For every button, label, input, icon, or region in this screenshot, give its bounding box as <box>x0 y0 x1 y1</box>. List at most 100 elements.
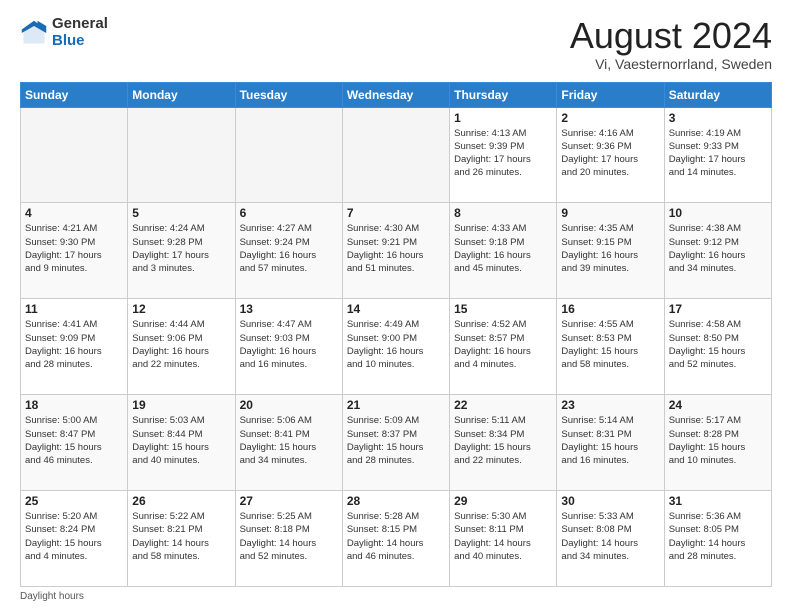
calendar-cell: 10Sunrise: 4:38 AM Sunset: 9:12 PM Dayli… <box>664 203 771 299</box>
title-area: August 2024 Vi, Vaesternorrland, Sweden <box>570 16 772 72</box>
calendar-cell <box>235 107 342 203</box>
day-info: Sunrise: 4:19 AM Sunset: 9:33 PM Dayligh… <box>669 127 767 180</box>
day-number: 25 <box>25 494 123 508</box>
logo-icon <box>20 19 48 47</box>
calendar-week-4: 18Sunrise: 5:00 AM Sunset: 8:47 PM Dayli… <box>21 395 772 491</box>
calendar-cell: 30Sunrise: 5:33 AM Sunset: 8:08 PM Dayli… <box>557 491 664 587</box>
calendar-cell: 12 Sunrise: 4:44 AM Sunset: 9:06 PM Dayli… <box>128 299 235 395</box>
header-friday: Friday <box>557 82 664 107</box>
month-title: August 2024 <box>570 16 772 56</box>
calendar-cell: 15Sunrise: 4:52 AM Sunset: 8:57 PM Dayli… <box>450 299 557 395</box>
day-number: 26 <box>132 494 230 508</box>
calendar-cell: 2Sunrise: 4:16 AM Sunset: 9:36 PM Daylig… <box>557 107 664 203</box>
day-number: 13 <box>240 302 338 316</box>
day-info: Sunrise: 4:49 AM Sunset: 9:00 PM Dayligh… <box>347 318 445 371</box>
calendar-cell: 11 Sunrise: 4:41 AM Sunset: 9:09 PM Dayli… <box>21 299 128 395</box>
calendar-cell: 16Sunrise: 4:55 AM Sunset: 8:53 PM Dayli… <box>557 299 664 395</box>
day-info: Sunrise: 5:30 AM Sunset: 8:11 PM Dayligh… <box>454 510 552 563</box>
day-number: 29 <box>454 494 552 508</box>
calendar-week-3: 11 Sunrise: 4:41 AM Sunset: 9:09 PM Dayli… <box>21 299 772 395</box>
day-info: Sunrise: 4:44 AM Sunset: 9:06 PM Dayligh… <box>132 318 230 371</box>
day-number: 27 <box>240 494 338 508</box>
day-info: Sunrise: 4:21 AM Sunset: 9:30 PM Dayligh… <box>25 222 123 275</box>
day-info: Sunrise: 4:33 AM Sunset: 9:18 PM Dayligh… <box>454 222 552 275</box>
day-number: 10 <box>669 206 767 220</box>
day-info: Sunrise: 5:17 AM Sunset: 8:28 PM Dayligh… <box>669 414 767 467</box>
calendar: Sunday Monday Tuesday Wednesday Thursday… <box>20 82 772 587</box>
day-number: 9 <box>561 206 659 220</box>
day-info: Sunrise: 4:27 AM Sunset: 9:24 PM Dayligh… <box>240 222 338 275</box>
calendar-cell: 20Sunrise: 5:06 AM Sunset: 8:41 PM Dayli… <box>235 395 342 491</box>
calendar-cell: 22 Sunrise: 5:11 AM Sunset: 8:34 PM Dayli… <box>450 395 557 491</box>
day-number: 21 <box>347 398 445 412</box>
calendar-cell: 29 Sunrise: 5:30 AM Sunset: 8:11 PM Dayli… <box>450 491 557 587</box>
calendar-cell: 13 Sunrise: 4:47 AM Sunset: 9:03 PM Dayli… <box>235 299 342 395</box>
day-number: 5 <box>132 206 230 220</box>
day-number: 3 <box>669 111 767 125</box>
day-number: 11 <box>25 302 123 316</box>
calendar-cell: 7 Sunrise: 4:30 AM Sunset: 9:21 PM Daylig… <box>342 203 449 299</box>
day-info: Sunrise: 4:58 AM Sunset: 8:50 PM Dayligh… <box>669 318 767 371</box>
day-number: 19 <box>132 398 230 412</box>
day-number: 30 <box>561 494 659 508</box>
calendar-week-1: 1Sunrise: 4:13 AM Sunset: 9:39 PM Daylig… <box>21 107 772 203</box>
day-info: Sunrise: 5:00 AM Sunset: 8:47 PM Dayligh… <box>25 414 123 467</box>
calendar-cell: 5 Sunrise: 4:24 AM Sunset: 9:28 PM Daylig… <box>128 203 235 299</box>
calendar-cell: 9 Sunrise: 4:35 AM Sunset: 9:15 PM Daylig… <box>557 203 664 299</box>
day-number: 23 <box>561 398 659 412</box>
calendar-cell: 14 Sunrise: 4:49 AM Sunset: 9:00 PM Dayli… <box>342 299 449 395</box>
day-number: 22 <box>454 398 552 412</box>
day-info: Sunrise: 5:28 AM Sunset: 8:15 PM Dayligh… <box>347 510 445 563</box>
day-info: Sunrise: 4:16 AM Sunset: 9:36 PM Dayligh… <box>561 127 659 180</box>
day-info: Sunrise: 4:24 AM Sunset: 9:28 PM Dayligh… <box>132 222 230 275</box>
day-number: 14 <box>347 302 445 316</box>
calendar-cell: 17 Sunrise: 4:58 AM Sunset: 8:50 PM Dayli… <box>664 299 771 395</box>
day-info: Sunrise: 5:06 AM Sunset: 8:41 PM Dayligh… <box>240 414 338 467</box>
calendar-cell: 26 Sunrise: 5:22 AM Sunset: 8:21 PM Dayli… <box>128 491 235 587</box>
logo-blue: Blue <box>52 33 108 50</box>
calendar-cell: 6Sunrise: 4:27 AM Sunset: 9:24 PM Daylig… <box>235 203 342 299</box>
footer-note: Daylight hours <box>20 591 772 602</box>
day-number: 8 <box>454 206 552 220</box>
day-number: 17 <box>669 302 767 316</box>
day-number: 28 <box>347 494 445 508</box>
calendar-cell: 8 Sunrise: 4:33 AM Sunset: 9:18 PM Daylig… <box>450 203 557 299</box>
header-thursday: Thursday <box>450 82 557 107</box>
header-wednesday: Wednesday <box>342 82 449 107</box>
calendar-cell <box>342 107 449 203</box>
day-info: Sunrise: 5:36 AM Sunset: 8:05 PM Dayligh… <box>669 510 767 563</box>
calendar-week-2: 4 Sunrise: 4:21 AM Sunset: 9:30 PM Daylig… <box>21 203 772 299</box>
calendar-cell: 27Sunrise: 5:25 AM Sunset: 8:18 PM Dayli… <box>235 491 342 587</box>
day-number: 31 <box>669 494 767 508</box>
header-saturday: Saturday <box>664 82 771 107</box>
day-info: Sunrise: 4:52 AM Sunset: 8:57 PM Dayligh… <box>454 318 552 371</box>
header: General Blue August 2024 Vi, Vaesternorr… <box>20 16 772 72</box>
header-tuesday: Tuesday <box>235 82 342 107</box>
calendar-cell <box>21 107 128 203</box>
calendar-cell: 25 Sunrise: 5:20 AM Sunset: 8:24 PM Dayli… <box>21 491 128 587</box>
day-info: Sunrise: 5:09 AM Sunset: 8:37 PM Dayligh… <box>347 414 445 467</box>
day-info: Sunrise: 5:11 AM Sunset: 8:34 PM Dayligh… <box>454 414 552 467</box>
day-info: Sunrise: 5:22 AM Sunset: 8:21 PM Dayligh… <box>132 510 230 563</box>
day-info: Sunrise: 4:41 AM Sunset: 9:09 PM Dayligh… <box>25 318 123 371</box>
calendar-week-5: 25 Sunrise: 5:20 AM Sunset: 8:24 PM Dayli… <box>21 491 772 587</box>
calendar-cell: 4 Sunrise: 4:21 AM Sunset: 9:30 PM Daylig… <box>21 203 128 299</box>
day-info: Sunrise: 4:30 AM Sunset: 9:21 PM Dayligh… <box>347 222 445 275</box>
calendar-cell: 28 Sunrise: 5:28 AM Sunset: 8:15 PM Dayli… <box>342 491 449 587</box>
day-info: Sunrise: 5:03 AM Sunset: 8:44 PM Dayligh… <box>132 414 230 467</box>
day-info: Sunrise: 4:35 AM Sunset: 9:15 PM Dayligh… <box>561 222 659 275</box>
logo: General Blue <box>20 16 108 49</box>
calendar-cell: 19 Sunrise: 5:03 AM Sunset: 8:44 PM Dayli… <box>128 395 235 491</box>
day-number: 24 <box>669 398 767 412</box>
day-number: 12 <box>132 302 230 316</box>
calendar-cell: 24 Sunrise: 5:17 AM Sunset: 8:28 PM Dayli… <box>664 395 771 491</box>
calendar-header-row: Sunday Monday Tuesday Wednesday Thursday… <box>21 82 772 107</box>
day-number: 4 <box>25 206 123 220</box>
day-number: 7 <box>347 206 445 220</box>
calendar-cell: 31 Sunrise: 5:36 AM Sunset: 8:05 PM Dayli… <box>664 491 771 587</box>
logo-text: General Blue <box>52 16 108 49</box>
calendar-cell: 3 Sunrise: 4:19 AM Sunset: 9:33 PM Daylig… <box>664 107 771 203</box>
page: General Blue August 2024 Vi, Vaesternorr… <box>0 0 792 612</box>
day-info: Sunrise: 4:47 AM Sunset: 9:03 PM Dayligh… <box>240 318 338 371</box>
day-info: Sunrise: 5:20 AM Sunset: 8:24 PM Dayligh… <box>25 510 123 563</box>
